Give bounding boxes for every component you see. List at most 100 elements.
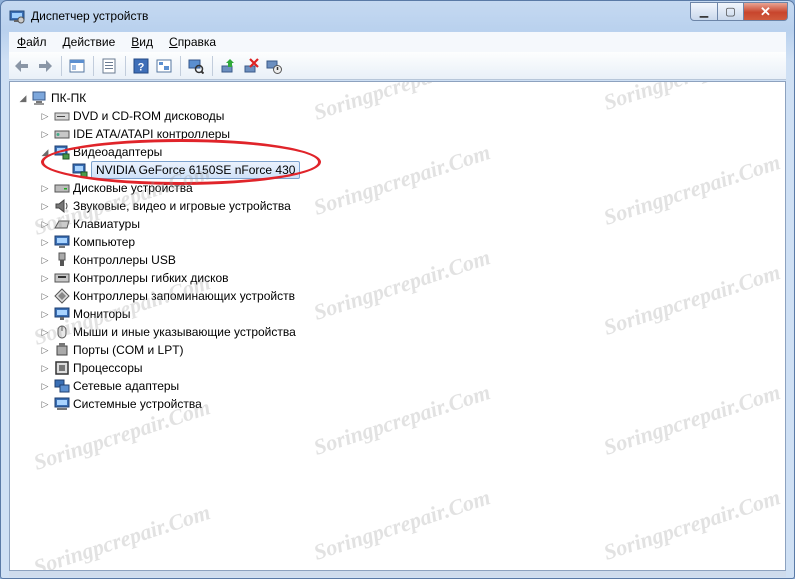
device-tree-panel[interactable]: ◢ ПК-ПК ▷ DVD и CD-ROM дисководы ▷ IDE A… [9,81,786,571]
dvd-drive-icon [54,112,70,121]
tree-category-sound[interactable]: ▷ Звуковые, видео и игровые устройства [40,197,291,215]
svg-text:?: ? [138,61,145,73]
properties-button[interactable] [98,55,120,77]
expand-arrow-icon[interactable]: ▷ [40,255,50,265]
tree-category-mice[interactable]: ▷ Мыши и иные указывающие устройства [40,323,296,341]
uninstall-button[interactable] [240,55,262,77]
forward-button[interactable] [34,55,56,77]
minimize-button[interactable]: ▁ [690,2,718,21]
expand-arrow-icon[interactable]: ▷ [40,309,50,319]
tree-category-computer[interactable]: ▷ Компьютер [40,233,136,251]
close-button[interactable]: ✕ [744,2,788,21]
title-bar[interactable]: Диспетчер устройств ▁ ▢ ✕ [1,1,794,31]
expand-arrow-icon[interactable]: ▷ [40,327,50,337]
expand-arrow-icon[interactable]: ▷ [40,363,50,373]
minimize-icon: ▁ [699,6,709,18]
tree-category-label: Контроллеры гибких дисков [73,271,229,285]
monitor-icon [54,307,70,320]
expand-arrow-icon[interactable]: ▷ [40,291,50,301]
maximize-button[interactable]: ▢ [718,2,744,21]
expand-arrow-icon[interactable]: ▷ [40,219,50,229]
port-icon [56,343,68,356]
sound-icon [55,198,68,214]
console-tree-button[interactable] [66,55,88,77]
scan-hardware-button[interactable] [185,55,207,77]
disk-drive-icon [54,184,70,193]
selected-device-label: NVIDIA GeForce 6150SE nForce 430 [91,161,301,179]
device-manager-window: Диспетчер устройств ▁ ▢ ✕ Файл Действие … [0,0,795,579]
tree-category-label: Звуковые, видео и игровые устройства [73,199,291,213]
tree-view-button[interactable] [153,55,175,77]
tree-category-label: Компьютер [73,235,136,249]
computer-icon [32,91,46,105]
expand-arrow-icon[interactable]: ▷ [40,273,50,283]
toolbar-separator [125,55,126,76]
tree-category-usb[interactable]: ▷ Контроллеры USB [40,251,176,269]
back-button[interactable] [11,55,33,77]
collapse-arrow-icon[interactable]: ◢ [18,93,28,103]
tree-category-label: Мониторы [73,307,131,321]
menu-help[interactable]: Справка [161,35,224,49]
expand-arrow-icon[interactable]: ▷ [40,381,50,391]
expand-arrow-icon[interactable]: ▷ [40,201,50,211]
tree-category-display-adapters[interactable]: ◢ Видеоадаптеры [40,143,162,161]
watermark: Soringpcrepair.Com [310,484,494,565]
toolbar-separator [93,55,94,76]
tree-view-icon [156,59,172,72]
tree-category-label: Видеоадаптеры [73,145,163,159]
tree-category-system[interactable]: ▷ Системные устройства [40,395,202,413]
toolbar: ? [9,52,786,80]
tree-category-label: Процессоры [73,361,143,375]
tree-category-monitors[interactable]: ▷ Мониторы [40,305,131,323]
watermark: Soringpcrepair.Com [600,149,784,230]
watermark: Soringpcrepair.Com [30,499,214,571]
tree-category-dvd[interactable]: ▷ DVD и CD-ROM дисководы [40,107,225,125]
watermark: Soringpcrepair.Com [310,379,494,460]
floppy-controller-icon [54,273,70,283]
watermark: Soringpcrepair.Com [310,244,494,325]
tree-category-network[interactable]: ▷ Сетевые адаптеры [40,377,180,395]
expand-arrow-icon[interactable]: ▷ [40,129,50,139]
tree-category-label: Сетевые адаптеры [73,379,180,393]
tree-category-storage[interactable]: ▷ Контроллеры запоминающих устройств [40,287,295,305]
disable-button[interactable] [263,55,285,77]
back-icon [15,59,28,72]
menu-action[interactable]: Действие [55,35,124,49]
tree-category-processors[interactable]: ▷ Процессоры [40,359,143,377]
console-tree-icon [69,59,85,72]
maximize-icon: ▢ [725,6,736,18]
display-adapter-icon [72,163,88,178]
tree-root[interactable]: ◢ ПК-ПК [18,89,86,107]
tree-category-keyboards[interactable]: ▷ Клавиатуры [40,215,140,233]
help-button[interactable]: ? [130,55,152,77]
storage-controller-icon [54,288,70,304]
device-manager-icon [9,10,25,24]
expand-arrow-icon[interactable]: ▷ [40,399,50,409]
tree-category-label: IDE ATA/ATAPI контроллеры [73,127,231,141]
menu-view[interactable]: Вид [123,35,161,49]
tree-category-label: Контроллеры запоминающих устройств [73,289,295,303]
expand-arrow-icon[interactable]: ▷ [40,345,50,355]
tree-category-disk-drives[interactable]: ▷ Дисковые устройства [40,179,193,197]
uninstall-icon [244,57,259,72]
collapse-arrow-icon[interactable]: ◢ [40,147,50,157]
tree-device-nvidia[interactable]: NVIDIA GeForce 6150SE nForce 430 [58,161,301,179]
tree-root-label: ПК-ПК [51,91,87,105]
tree-category-floppy[interactable]: ▷ Контроллеры гибких дисков [40,269,229,287]
menu-file[interactable]: Файл [9,35,55,49]
tree-category-ports[interactable]: ▷ Порты (COM и LPT) [40,341,184,359]
expand-arrow-icon[interactable]: ▷ [40,183,50,193]
scan-hardware-icon [188,59,204,74]
tree-category-label: Системные устройства [73,397,202,411]
update-driver-icon [221,58,234,72]
menu-bar: Файл Действие Вид Справка [9,32,786,52]
system-device-icon [54,397,70,410]
expand-arrow-icon[interactable]: ▷ [40,237,50,247]
update-driver-button[interactable] [217,55,239,77]
tree-category-label: Порты (COM и LPT) [73,343,184,357]
tree-category-ide[interactable]: ▷ IDE ATA/ATAPI контроллеры [40,125,231,143]
forward-icon [39,59,52,72]
expand-arrow-icon[interactable]: ▷ [40,111,50,121]
usb-icon [58,252,66,266]
